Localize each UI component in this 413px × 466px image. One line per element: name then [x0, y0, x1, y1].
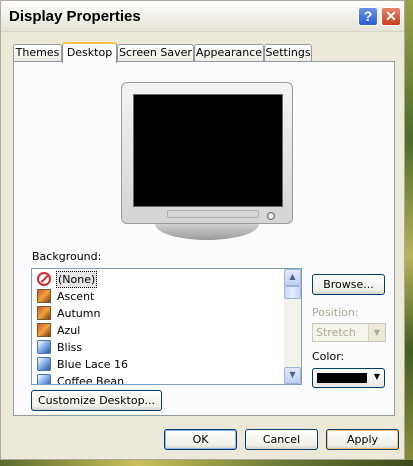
display-properties-window: Display Properties ? ✕ Themes Desktop Sc… — [0, 0, 405, 460]
list-item-label: Ascent — [57, 290, 95, 303]
list-item[interactable]: Autumn — [35, 305, 285, 322]
title-bar[interactable]: Display Properties ? ✕ — [1, 1, 404, 32]
help-button[interactable]: ? — [358, 7, 378, 26]
apply-button[interactable]: Apply — [326, 429, 399, 450]
tab-screen-saver[interactable]: Screen Saver — [117, 44, 194, 61]
chevron-down-icon: ▼ — [368, 324, 385, 341]
list-item[interactable]: Blue Lace 16 — [35, 356, 285, 373]
position-label: Position: — [312, 306, 359, 319]
brush-image-icon — [37, 374, 51, 384]
image-file-icon — [37, 323, 51, 337]
ok-button[interactable]: OK — [164, 429, 237, 450]
list-item-label: Blue Lace 16 — [57, 358, 129, 371]
desktop-background — [405, 0, 413, 466]
monitor-stand — [155, 224, 259, 240]
background-list[interactable]: (None) Ascent Autumn Azul Bliss Blue Lac… — [31, 268, 302, 385]
list-item[interactable]: (None) — [35, 271, 285, 288]
list-item[interactable]: Azul — [35, 322, 285, 339]
none-icon — [37, 272, 51, 286]
color-picker-button[interactable]: ▼ — [312, 368, 385, 388]
tab-desktop[interactable]: Desktop — [62, 42, 117, 63]
position-select[interactable]: Stretch ▼ — [312, 323, 386, 342]
scroll-up-button[interactable]: ▲ — [284, 269, 301, 286]
monitor-preview — [121, 82, 293, 242]
monitor-chin — [167, 210, 259, 218]
tab-appearance[interactable]: Appearance — [194, 44, 264, 61]
list-item-label: Autumn — [57, 307, 101, 320]
desktop-background-bottom — [0, 460, 413, 466]
desktop-tab-panel: Background: (None) Ascent Autumn Azul Bl… — [13, 61, 395, 416]
browse-button[interactable]: Browse... — [312, 274, 385, 295]
monitor-screen — [133, 94, 283, 207]
window-title: Display Properties — [9, 8, 141, 25]
chevron-down-icon: ▼ — [373, 372, 380, 381]
brush-image-icon — [37, 340, 51, 354]
background-label: Background: — [32, 250, 102, 263]
close-button[interactable]: ✕ — [381, 7, 401, 26]
color-swatch — [317, 373, 367, 383]
list-item-label: Azul — [57, 324, 81, 337]
tab-settings[interactable]: Settings — [264, 44, 312, 61]
customize-desktop-button[interactable]: Customize Desktop... — [31, 390, 162, 411]
list-item-label: Bliss — [57, 341, 83, 354]
cancel-button[interactable]: Cancel — [245, 429, 318, 450]
brush-image-icon — [37, 357, 51, 371]
list-item-label: (None) — [56, 271, 98, 288]
monitor-bezel — [121, 82, 293, 224]
list-item[interactable]: Ascent — [35, 288, 285, 305]
scroll-thumb[interactable] — [284, 286, 301, 299]
color-label: Color: — [312, 350, 345, 363]
image-file-icon — [37, 306, 51, 320]
vertical-scrollbar[interactable]: ▲ ▼ — [284, 269, 301, 384]
power-led-icon — [267, 212, 275, 220]
list-item[interactable]: Bliss — [35, 339, 285, 356]
image-file-icon — [37, 289, 51, 303]
tab-themes[interactable]: Themes — [13, 44, 62, 61]
scroll-down-button[interactable]: ▼ — [284, 367, 301, 384]
list-item-label: Coffee Bean — [57, 375, 125, 385]
list-item[interactable]: Coffee Bean — [35, 373, 285, 385]
position-value: Stretch — [316, 326, 356, 339]
